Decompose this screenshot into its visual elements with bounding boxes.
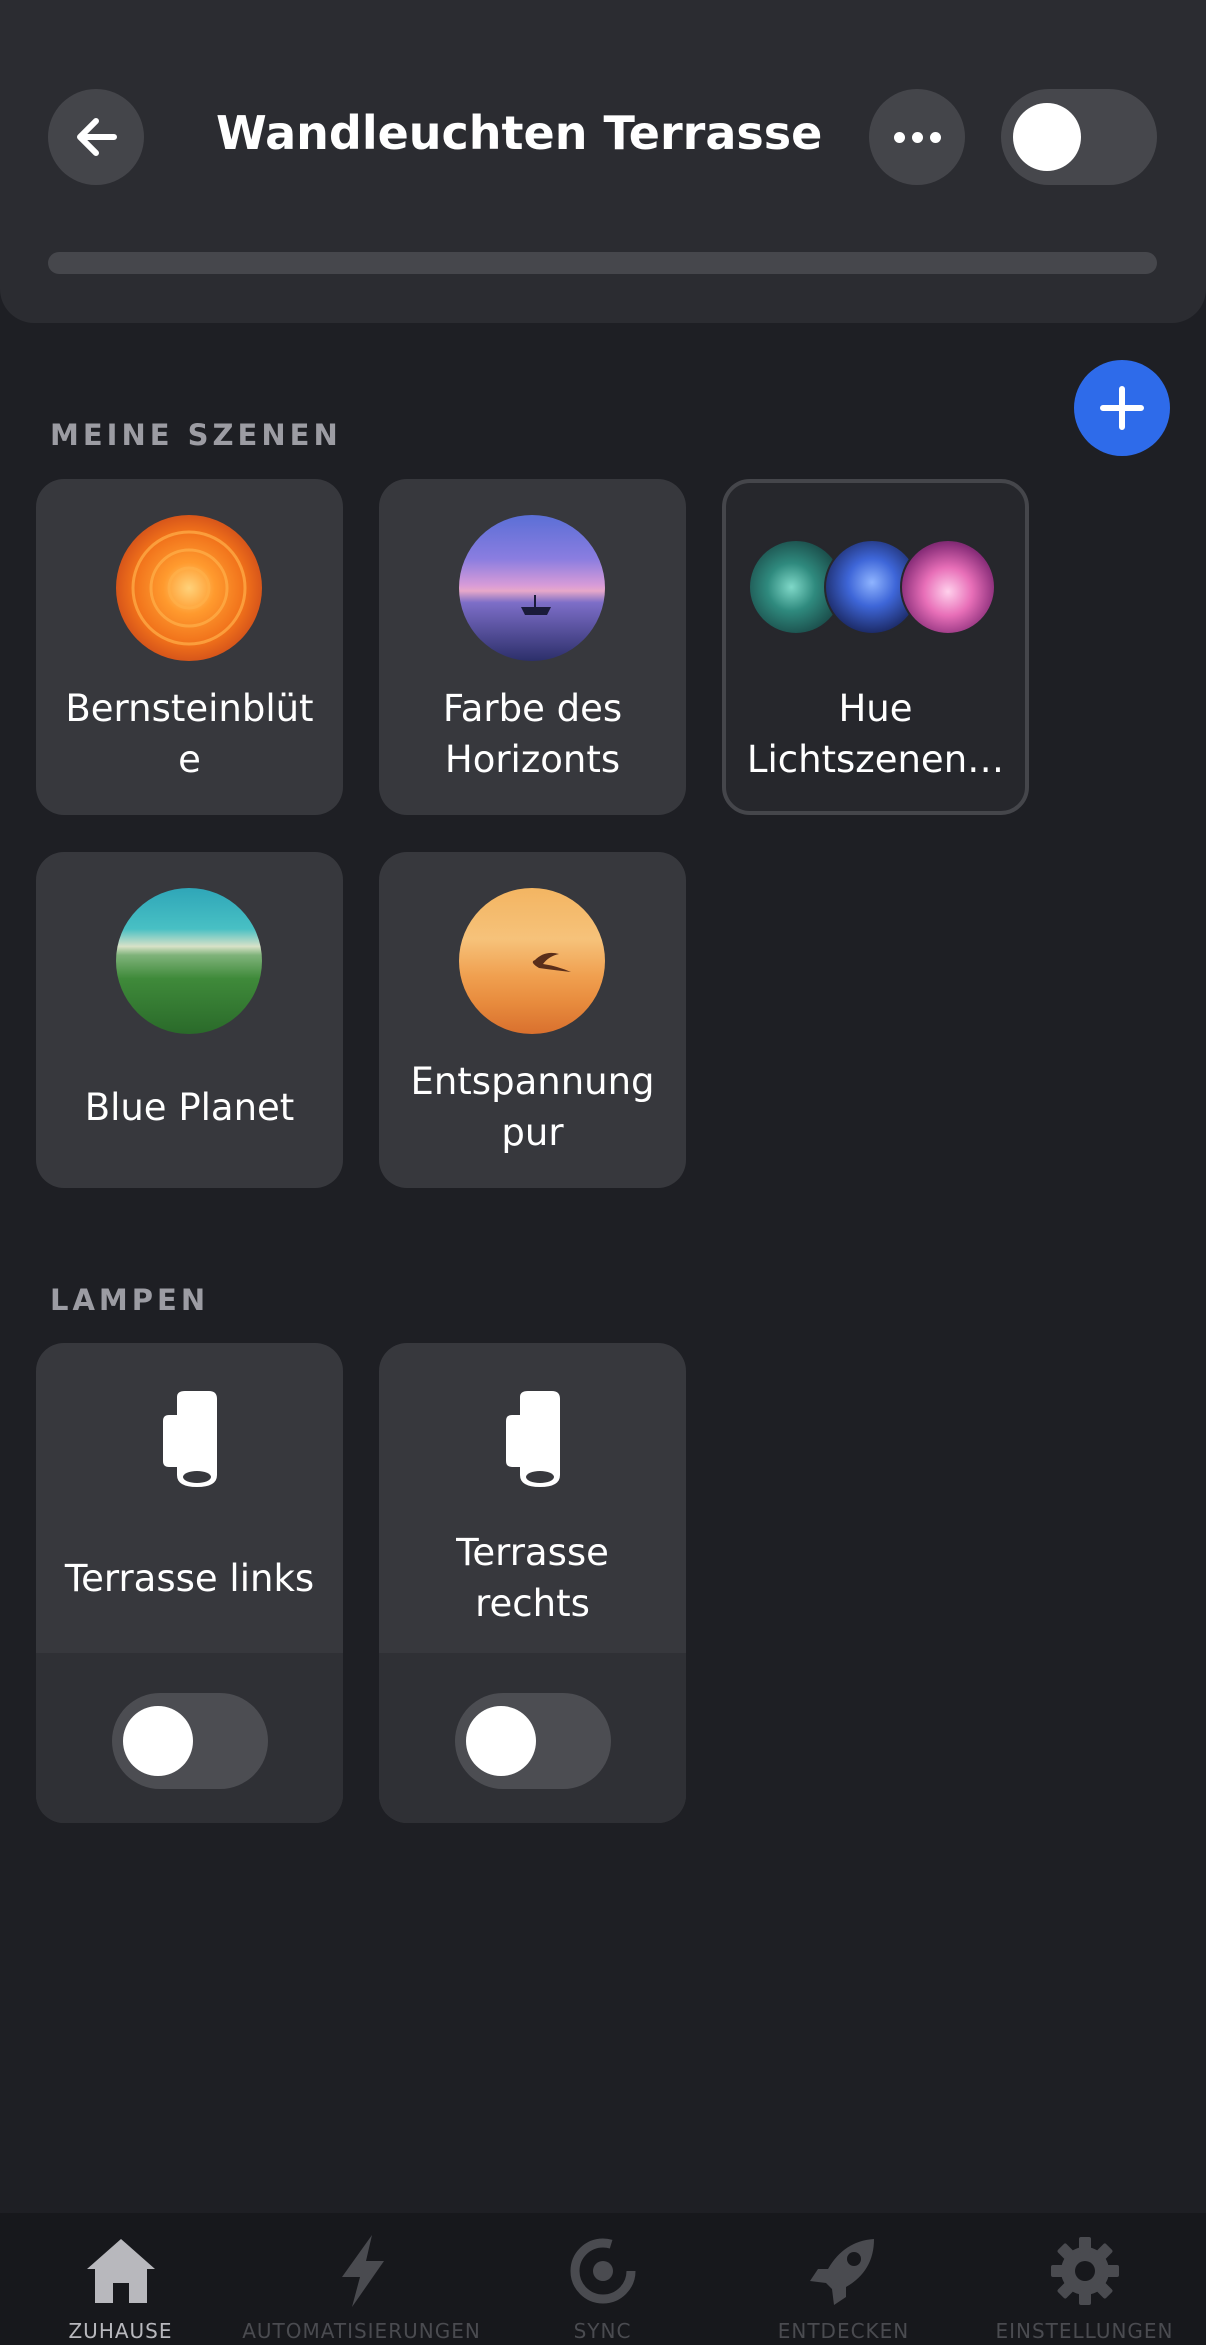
page-title: Wandleuchten Terrasse (216, 106, 823, 160)
home-icon (86, 2239, 155, 2303)
scene-card-farbe-des-horizonts[interactable]: Farbe des Horizonts (379, 479, 686, 815)
toggle-knob (466, 1706, 536, 1776)
more-dot (929, 131, 941, 143)
nav-label: SYNC (573, 2319, 632, 2343)
pink-dahlia-photo (900, 539, 996, 635)
scene-label: Entspannung pur (410, 1060, 655, 1154)
group-power-toggle[interactable] (1001, 89, 1157, 185)
back-button[interactable] (48, 89, 144, 185)
toggle-knob (123, 1706, 193, 1776)
arrow-left-icon (77, 118, 117, 156)
more-horizontal-icon (893, 131, 905, 143)
sync-icon (570, 2238, 635, 2304)
nav-item-einstellungen[interactable]: EINSTELLUNGEN (964, 2231, 1205, 2345)
wall-light-icon (163, 1391, 217, 1487)
orange-dahlia-photo (116, 515, 262, 661)
lightning-icon (341, 2235, 384, 2307)
lamp-label: Terrasse links (64, 1556, 315, 1600)
bird-silhouette (532, 952, 571, 972)
scene-card-blue-planet[interactable]: Blue Planet (36, 852, 343, 1188)
nav-item-zuhause[interactable]: ZUHAUSE (0, 2231, 241, 2345)
scene-card-hue-lichtszenen[interactable]: Hue Lichtszenen… (722, 479, 1029, 815)
light-group-header: Wandleuchten Terrasse (0, 0, 1206, 323)
scene-label: Hue Lichtszenen… (746, 687, 1005, 781)
purple-lake-boat-photo (459, 515, 605, 661)
nav-item-entdecken[interactable]: ENTDECKEN (723, 2231, 964, 2345)
nav-label: EINSTELLUNGEN (995, 2319, 1174, 2343)
brightness-slider[interactable] (48, 252, 1157, 274)
scene-gallery-photos (748, 539, 1008, 635)
nav-label: ZUHAUSE (68, 2319, 173, 2343)
aerial-beach-forest-photo (116, 888, 262, 1034)
lamp-card-terrasse-rechts[interactable]: Terrasse rechts (379, 1343, 686, 1823)
bottom-navigation: ZUHAUSE AUTOMATISIERUNGEN SYNC ENTDECKEN (0, 2213, 1206, 2345)
lamp-card-terrasse-links[interactable]: Terrasse links (36, 1343, 343, 1823)
plus-icon (1100, 386, 1144, 430)
nav-label: AUTOMATISIERUNGEN (242, 2319, 481, 2343)
lamp-power-toggle[interactable] (455, 1693, 611, 1789)
add-scene-button[interactable] (1074, 360, 1170, 456)
nav-label: ENTDECKEN (777, 2319, 910, 2343)
scene-label: Bernsteinblüt e (65, 687, 314, 781)
toggle-knob (1013, 103, 1081, 171)
dahlia-petals (131, 530, 247, 646)
nav-item-sync[interactable]: SYNC (482, 2231, 723, 2345)
lamps-section-label: LAMPEN (50, 1283, 210, 1317)
more-options-button[interactable] (869, 89, 965, 185)
lamp-label: Terrasse rechts (456, 1531, 609, 1625)
scene-card-entspannung-pur[interactable]: Entspannung pur (379, 852, 686, 1188)
boat-silhouette (521, 595, 551, 615)
scenes-section-label: MEINE SZENEN (50, 418, 342, 452)
scene-label: Blue Planet (84, 1085, 295, 1129)
rocket-icon (809, 2239, 874, 2305)
nav-item-automatisierungen[interactable]: AUTOMATISIERUNGEN (241, 2231, 482, 2345)
gear-icon (1050, 2237, 1119, 2305)
wall-light-icon (506, 1391, 560, 1487)
more-dot (911, 131, 923, 143)
lamp-power-toggle[interactable] (112, 1693, 268, 1789)
scene-label: Farbe des Horizonts (442, 687, 623, 781)
scene-card-bernsteinbluete[interactable]: Bernsteinblüt e (36, 479, 343, 815)
sunset-bird-photo (459, 888, 605, 1034)
